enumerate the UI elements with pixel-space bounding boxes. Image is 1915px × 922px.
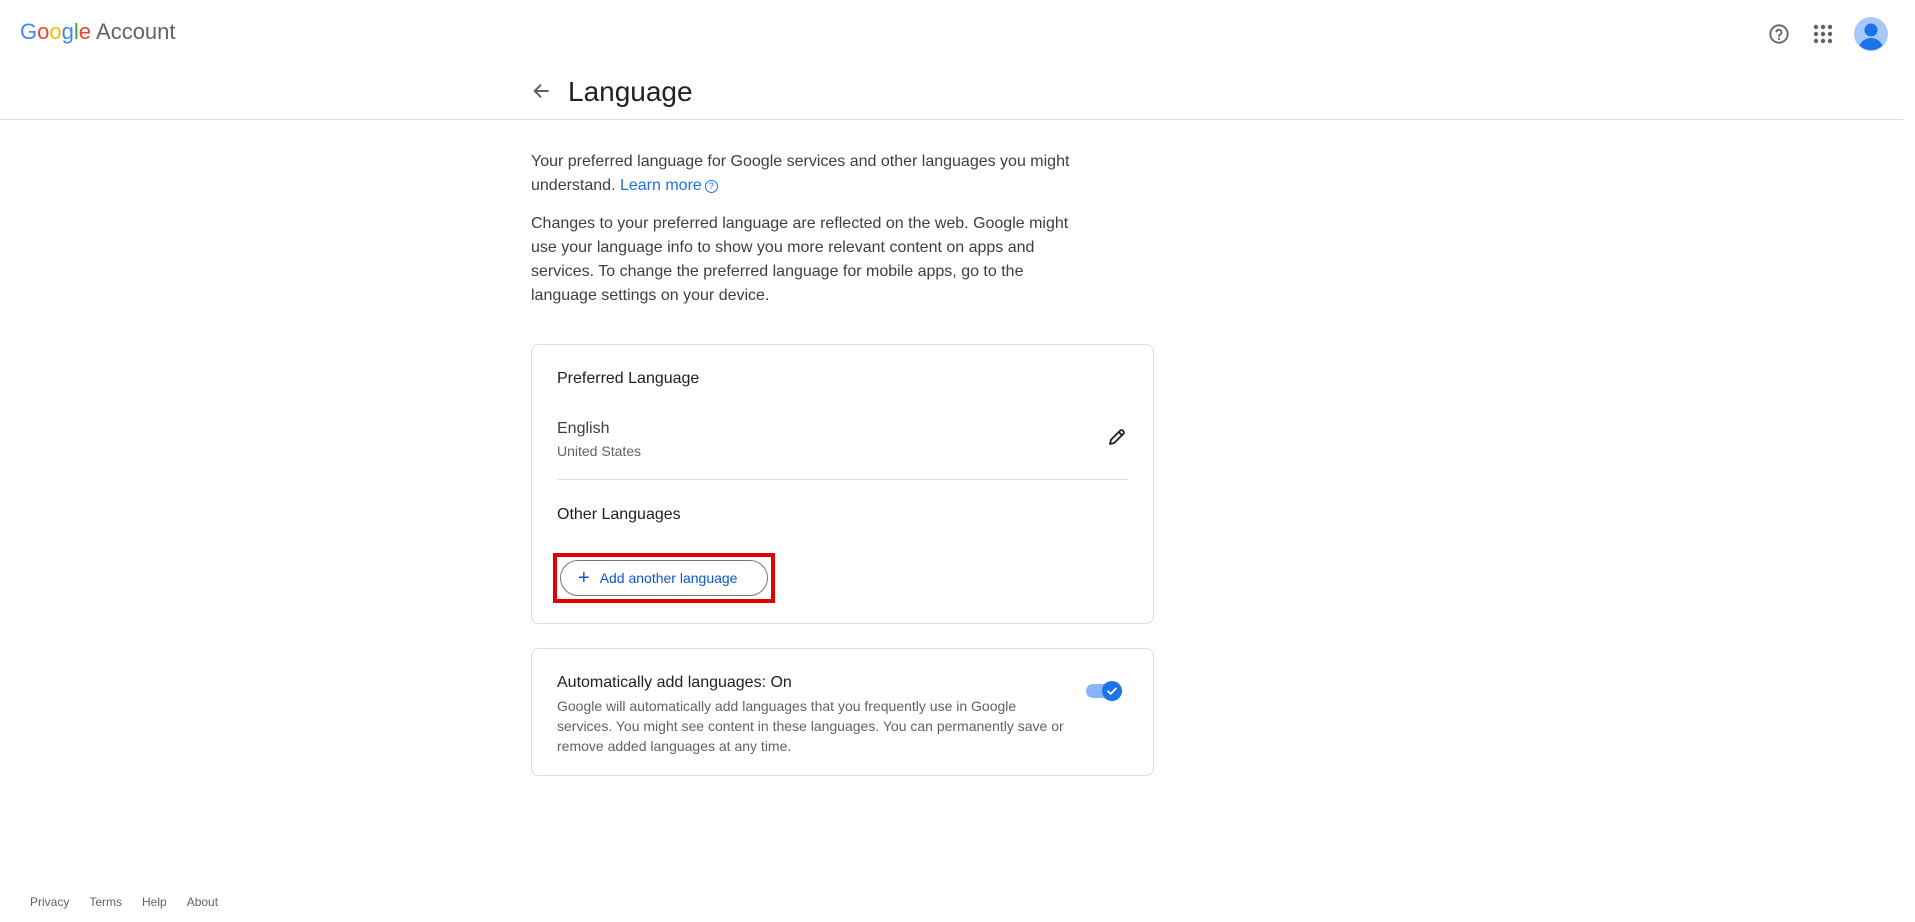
header-actions <box>1753 14 1891 54</box>
preferred-language-name: English <box>557 420 610 437</box>
logo-letter: o <box>37 19 50 44</box>
other-languages-heading: Other Languages <box>557 506 681 523</box>
intro-text: Your preferred language for Google servi… <box>531 153 1070 194</box>
product-name: Account <box>96 19 176 44</box>
page: Google Account Language Your preferred l… <box>0 0 1915 922</box>
help-icon[interactable] <box>1761 16 1797 52</box>
plus-icon: + <box>578 567 590 589</box>
intro-paragraph: Your preferred language for Google servi… <box>531 150 1091 198</box>
title-bar: Language <box>0 64 1903 120</box>
highlight-box: + Add another language <box>553 553 775 603</box>
intro-section: Your preferred language for Google servi… <box>531 150 1156 322</box>
apps-icon[interactable] <box>1805 16 1841 52</box>
preferred-language-card: Preferred Language English United States… <box>531 344 1154 624</box>
learn-more-link[interactable]: Learn more? <box>620 177 718 194</box>
auto-add-description: Google will automatically add languages … <box>557 698 1064 754</box>
top-header: Google Account <box>0 0 1903 64</box>
google-account-logo[interactable]: Google Account <box>20 18 176 46</box>
add-language-label: Add another language <box>599 570 738 586</box>
auto-add-languages-card: Automatically add languages: On Google w… <box>531 648 1154 776</box>
auto-add-title: Automatically add languages: On <box>557 674 792 691</box>
help-circle-icon: ? <box>704 180 718 193</box>
footer-link-about[interactable]: About <box>187 895 218 909</box>
avatar-icon[interactable] <box>1851 14 1891 54</box>
check-icon <box>1102 681 1122 701</box>
preferred-language-region: United States <box>557 443 642 459</box>
intro-details: Changes to your preferred language are r… <box>531 215 1069 304</box>
arrow-left-icon[interactable] <box>526 76 556 106</box>
card-divider <box>557 479 1128 480</box>
pencil-icon[interactable] <box>1103 423 1131 451</box>
auto-add-toggle[interactable] <box>1086 679 1124 703</box>
learn-more-label: Learn more <box>619 177 702 194</box>
logo-letter: g <box>61 19 74 44</box>
page-title: Language <box>568 76 693 107</box>
footer-link-help[interactable]: Help <box>142 895 167 909</box>
footer-link-privacy[interactable]: Privacy <box>30 895 69 909</box>
logo-letter: G <box>20 19 38 44</box>
footer: Privacy Terms Help About <box>30 895 238 909</box>
footer-link-terms[interactable]: Terms <box>89 895 122 909</box>
preferred-language-heading: Preferred Language <box>557 370 700 387</box>
add-another-language-button[interactable]: + Add another language <box>560 560 768 596</box>
logo-letter: o <box>49 19 62 44</box>
logo-letter: e <box>78 19 92 44</box>
